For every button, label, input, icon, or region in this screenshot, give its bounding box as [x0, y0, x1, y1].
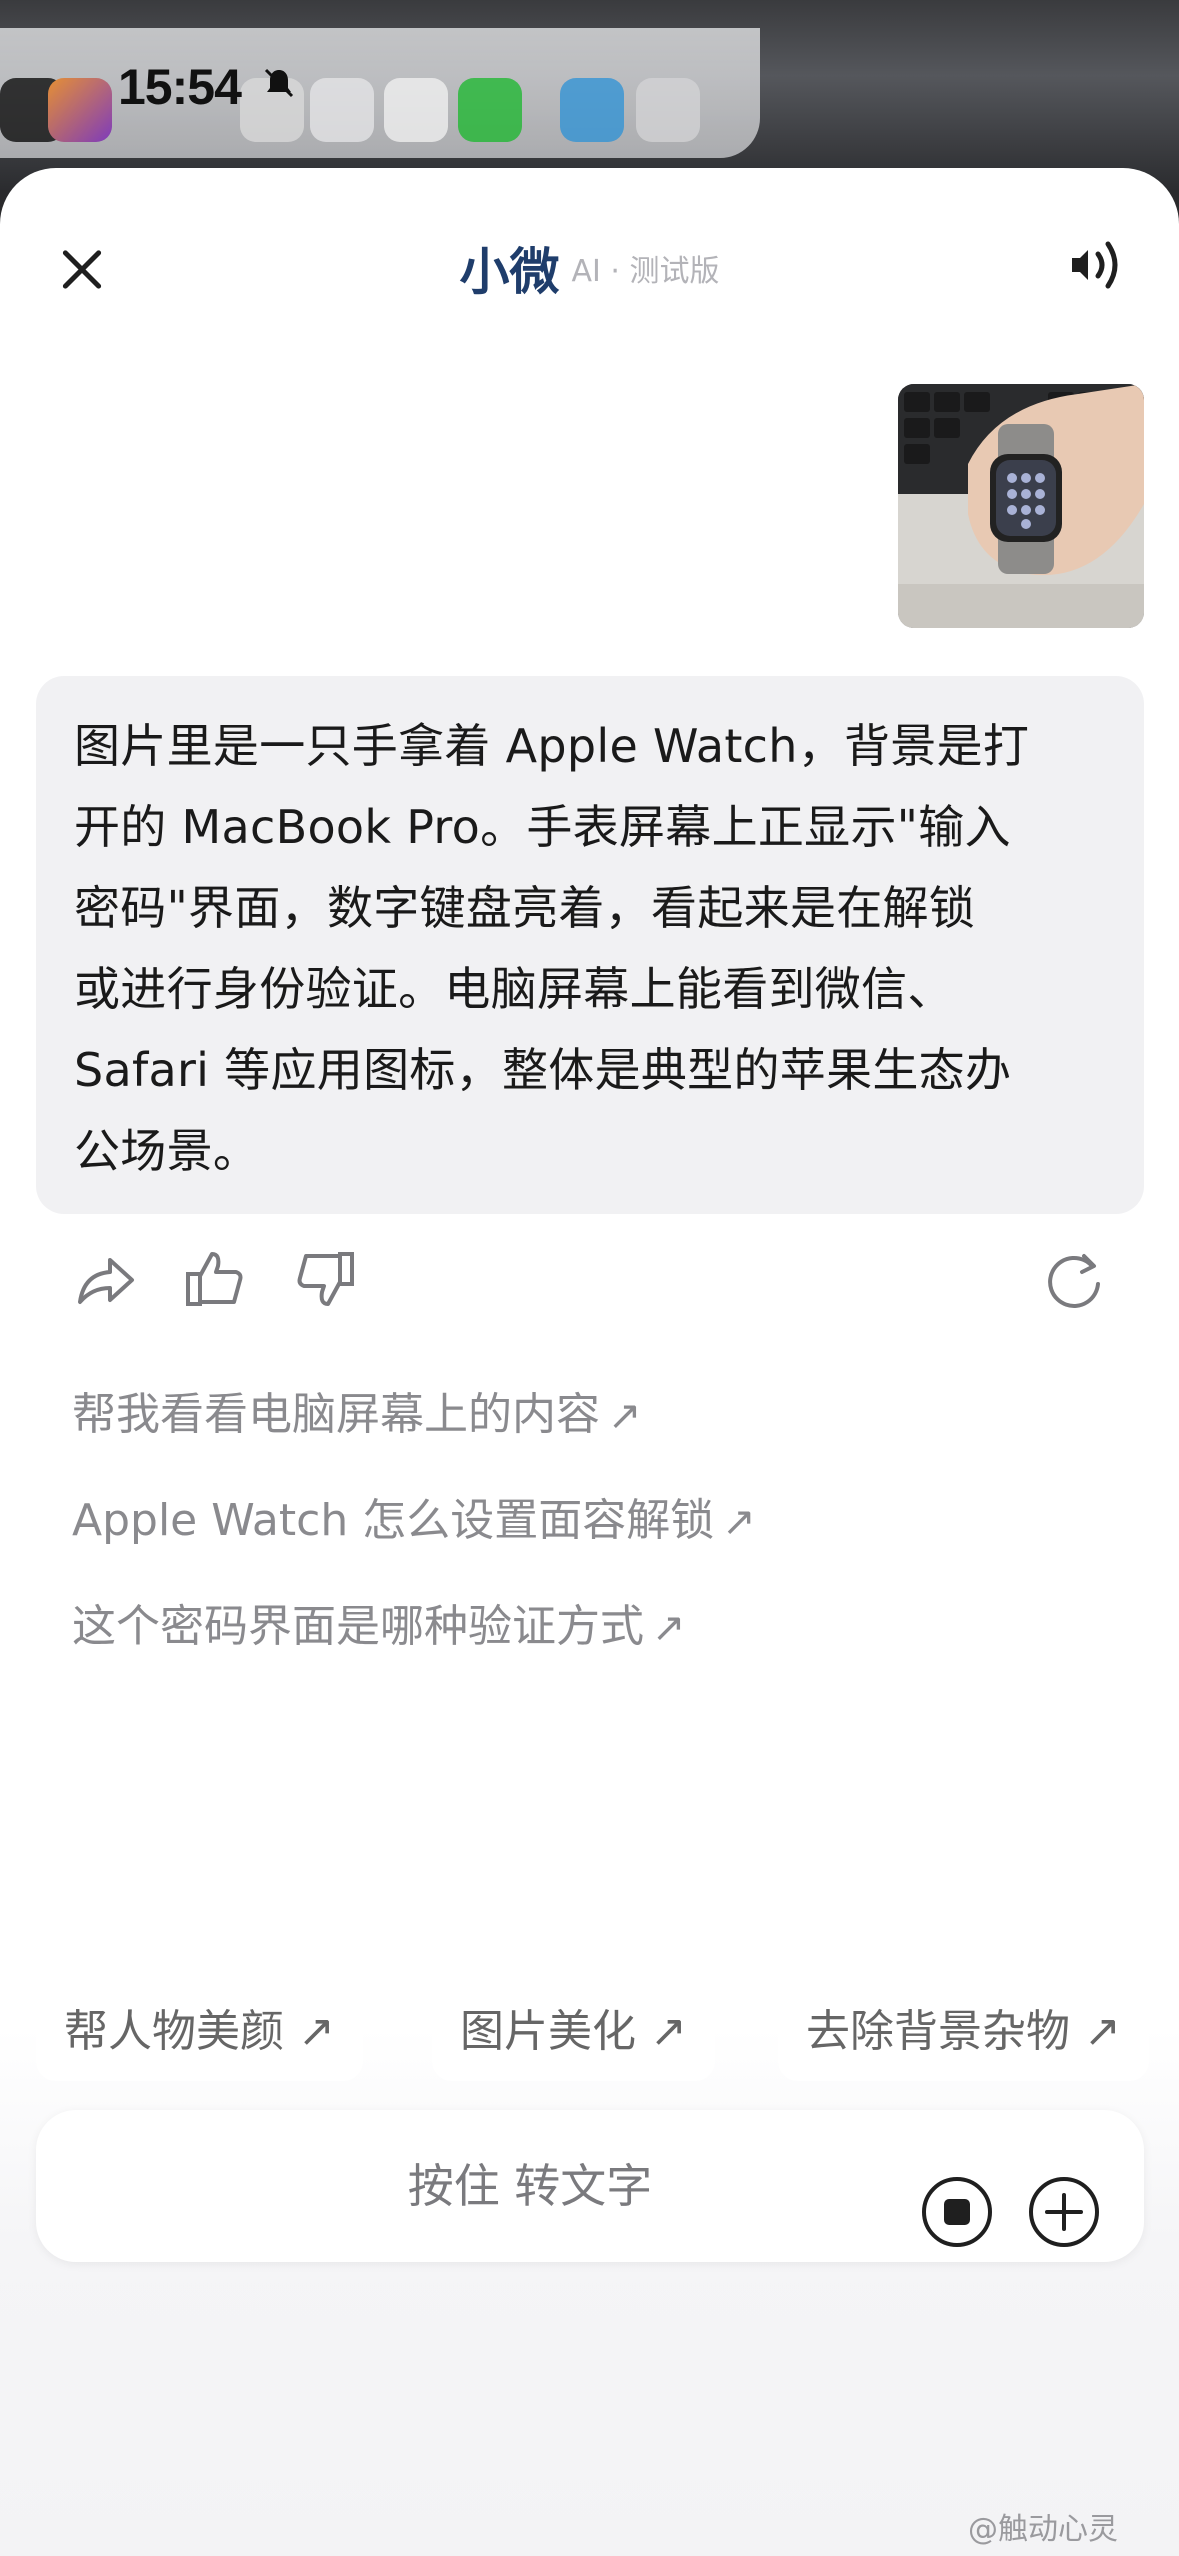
thumbs-up-icon[interactable] [180, 1244, 250, 1314]
watermark: @触动心灵 [968, 2512, 1118, 2547]
background-dock [0, 28, 760, 158]
assistant-name: 小微 [459, 243, 560, 301]
wps-icon [384, 78, 448, 142]
user-uploaded-image[interactable] [898, 384, 1144, 628]
bottom-panel [0, 2028, 1179, 2556]
finder-folder-icon [560, 78, 624, 142]
status-time: 15:54 [118, 59, 242, 115]
dock-app-icon [310, 78, 374, 142]
suggestion-label: 帮我看看电脑屏幕上的内容 [72, 1389, 600, 1440]
ai-reply-text: 图片里是一只手拿着 Apple Watch，背景是打 开的 MacBook Pr… [74, 706, 1106, 1192]
arrow-up-right-icon: ↗ [608, 1393, 642, 1439]
suggestion-item[interactable]: Apple Watch 怎么设置面容解锁 ↗ [72, 1484, 756, 1548]
reply-line: 密码"界面，数字键盘亮着，看起来是在解锁 [74, 881, 976, 935]
share-icon[interactable] [70, 1244, 140, 1314]
background-photo: 15:54 [0, 0, 1179, 190]
reply-line: Safari 等应用图标，整体是典型的苹果生态办 [74, 1043, 1012, 1097]
suggestion-label: 这个密码界面是哪种验证方式 [72, 1601, 644, 1652]
plus-icon[interactable] [1027, 2175, 1101, 2249]
assistant-badge: AI · 测试版 [571, 254, 720, 289]
reply-line: 开的 MacBook Pro。手表屏幕上正显示"输入 [74, 800, 1011, 854]
quick-action-chip[interactable]: 去除背景杂物 ↗ [778, 1983, 1149, 2081]
firefox-icon [48, 78, 112, 142]
arrow-up-right-icon: ↗ [652, 1605, 686, 1651]
regenerate-icon[interactable] [1040, 1244, 1110, 1314]
header-title-area: 小微 AI · 测试版 [0, 232, 1179, 304]
quick-action-chip[interactable]: 帮人物美颜 ↗ [36, 1983, 363, 2081]
suggestion-item[interactable]: 这个密码界面是哪种验证方式 ↗ [72, 1590, 686, 1654]
suggestion-item[interactable]: 帮我看看电脑屏幕上的内容 ↗ [72, 1378, 642, 1442]
ai-reply-bubble: 图片里是一只手拿着 Apple Watch，背景是打 开的 MacBook Pr… [36, 676, 1144, 1214]
quick-action-chip[interactable]: 图片美化 ↗ [432, 1983, 715, 2081]
bell-slash-icon [262, 66, 296, 109]
arrow-up-right-icon: ↗ [722, 1499, 756, 1545]
speaker-icon[interactable] [1066, 230, 1126, 300]
reply-line: 或进行身份验证。电脑屏幕上能看到微信、 [74, 962, 954, 1016]
thumbs-down-icon[interactable] [290, 1244, 360, 1314]
messages-icon [458, 78, 522, 142]
stop-icon[interactable] [920, 2175, 994, 2249]
reply-line: 图片里是一只手拿着 Apple Watch，背景是打 [74, 719, 1030, 773]
reply-line: 公场景。 [74, 1124, 260, 1178]
dock-app-icon [636, 78, 700, 142]
suggestion-label: Apple Watch 怎么设置面容解锁 [72, 1495, 715, 1546]
